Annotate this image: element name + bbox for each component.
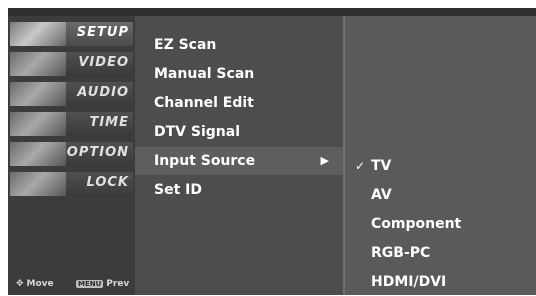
sidebar-item-audio[interactable]: AUDIO xyxy=(8,80,135,108)
source-option-hdmi-dvi[interactable]: HDMI/DVI xyxy=(345,268,536,296)
submenu-arrow-icon: ▶ xyxy=(320,154,329,167)
top-bar xyxy=(8,8,536,16)
menu-item-ez-scan[interactable]: EZ Scan xyxy=(135,31,343,59)
checkmark-icon: ✓ xyxy=(355,159,366,173)
move-hint: ✥ Move xyxy=(16,279,54,289)
sidebar-item-option[interactable]: OPTION xyxy=(8,140,135,168)
sidebar-item-video[interactable]: VIDEO xyxy=(8,50,135,78)
film-reel-icon xyxy=(10,52,66,76)
menu-item-label: Manual Scan xyxy=(154,66,255,82)
menu-item-input-source[interactable]: Input Source ▶ xyxy=(135,147,343,175)
sidebar-item-lock[interactable]: LOCK xyxy=(8,170,135,198)
source-option-label: AV xyxy=(371,187,392,203)
option-badge-icon xyxy=(10,142,66,166)
prev-hint-label: Prev xyxy=(106,279,130,289)
sidebar-item-label: TIME xyxy=(89,115,129,130)
sidebar-item-label: SETUP xyxy=(76,25,129,40)
source-option-av[interactable]: AV xyxy=(345,181,536,209)
move-hint-label: Move xyxy=(26,279,54,289)
menu-item-manual-scan[interactable]: Manual Scan xyxy=(135,60,343,88)
source-option-label: Component xyxy=(371,216,462,232)
category-sidebar: SETUP VIDEO AUDIO TIME OPTION LOCK ✥ Mov… xyxy=(8,16,135,295)
source-option-rgb-pc[interactable]: RGB-PC xyxy=(345,239,536,267)
menu-item-label: DTV Signal xyxy=(154,124,240,140)
clock-icon xyxy=(10,112,66,136)
menu-item-label: EZ Scan xyxy=(154,37,217,53)
menu-item-set-id[interactable]: Set ID xyxy=(135,176,343,204)
lock-icon xyxy=(10,172,66,196)
setup-menu: EZ Scan Manual Scan Channel Edit DTV Sig… xyxy=(135,16,343,295)
sidebar-item-label: OPTION xyxy=(66,145,129,160)
source-option-label: TV xyxy=(371,158,392,174)
menu-item-label: Input Source xyxy=(154,153,256,169)
sidebar-item-label: AUDIO xyxy=(77,85,129,100)
input-source-submenu: ✓ TV AV Component RGB-PC HDMI/DVI xyxy=(343,16,536,295)
sidebar-item-time[interactable]: TIME xyxy=(8,110,135,138)
menu-item-label: Set ID xyxy=(154,182,202,198)
menu-key-icon: MENU xyxy=(76,280,104,288)
source-option-label: RGB-PC xyxy=(371,245,431,261)
menu-item-dtv-signal[interactable]: DTV Signal xyxy=(135,118,343,146)
sidebar-item-label: VIDEO xyxy=(78,55,129,70)
source-option-label: HDMI/DVI xyxy=(371,274,447,290)
menu-item-label: Channel Edit xyxy=(154,95,254,111)
menu-item-channel-edit[interactable]: Channel Edit xyxy=(135,89,343,117)
source-option-tv[interactable]: ✓ TV xyxy=(345,152,536,180)
sidebar-item-setup[interactable]: SETUP xyxy=(8,20,135,48)
navigation-pad-icon: ✥ xyxy=(16,279,24,289)
source-option-component[interactable]: Component xyxy=(345,210,536,238)
speaker-icon xyxy=(10,82,66,106)
tv-menu-frame: SETUP VIDEO AUDIO TIME OPTION LOCK ✥ Mov… xyxy=(8,8,536,295)
sidebar-item-label: LOCK xyxy=(86,175,129,190)
satellite-dish-icon xyxy=(10,22,66,46)
prev-hint: MENU Prev xyxy=(76,279,129,289)
